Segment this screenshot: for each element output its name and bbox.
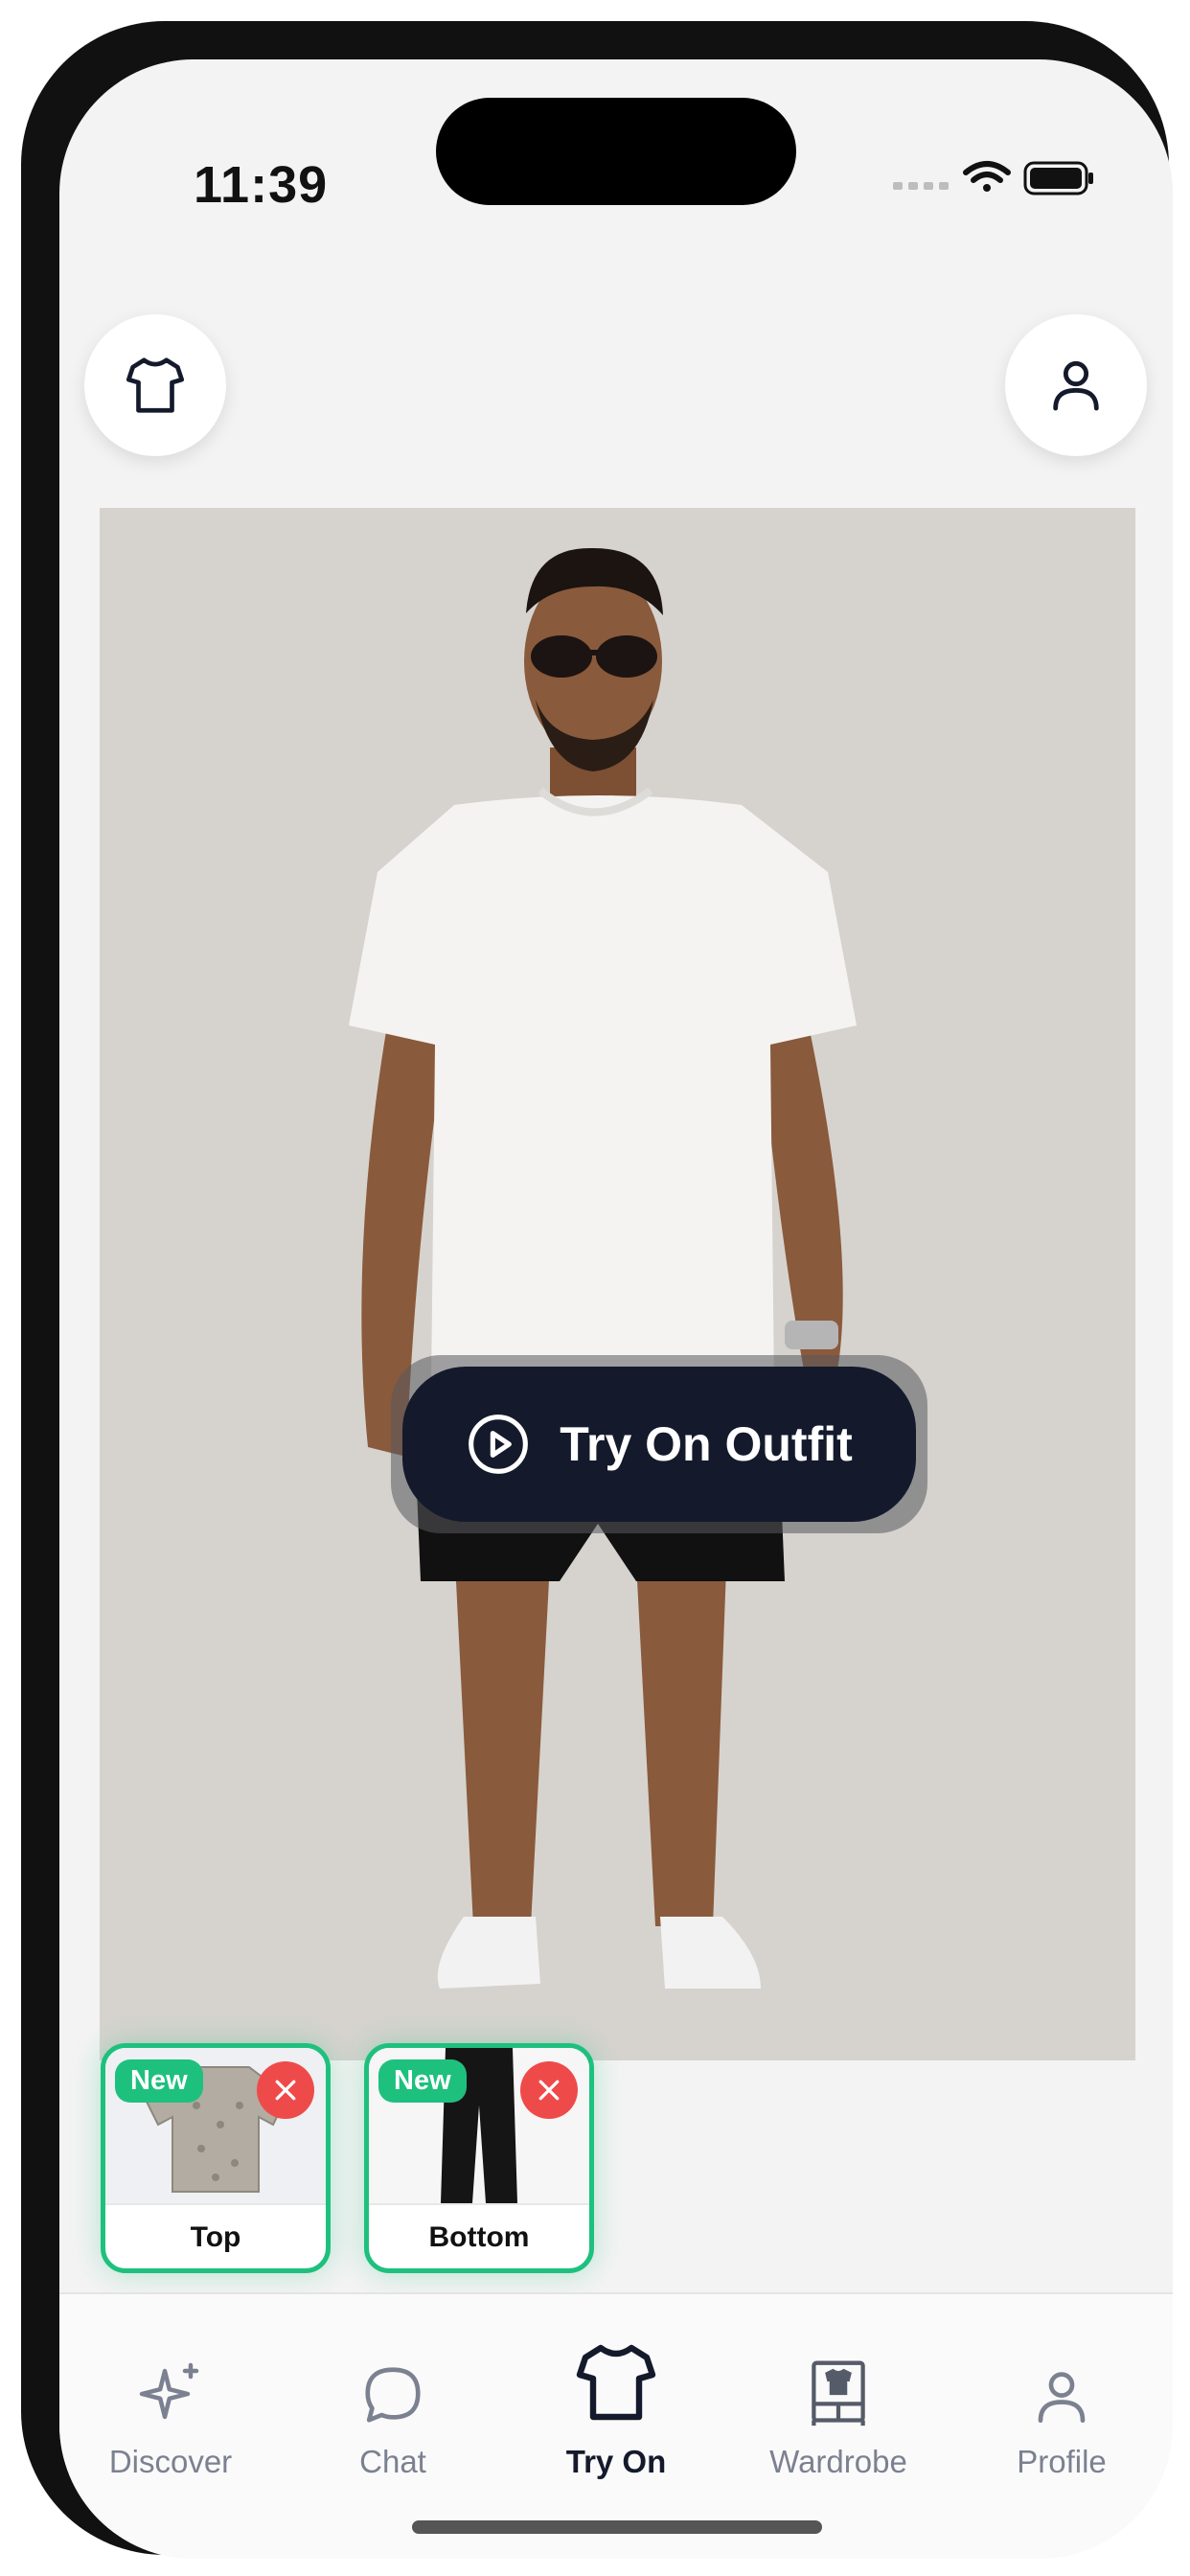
tshirt-icon — [576, 2344, 656, 2421]
tab-try-on-label: Try On — [565, 2444, 667, 2479]
remove-bottom-button[interactable] — [520, 2061, 578, 2119]
person-icon — [1053, 360, 1099, 411]
tab-try-on[interactable]: Try On — [505, 2294, 727, 2505]
close-icon — [275, 2080, 296, 2101]
selected-item-top[interactable]: New Top — [101, 2043, 331, 2273]
status-icons — [864, 159, 1094, 202]
new-badge: New — [378, 2059, 467, 2103]
status-time: 11:39 — [194, 156, 329, 214]
signal-icon — [893, 182, 949, 190]
tab-bar: Discover Chat Try On Wardrobe Profile — [59, 2292, 1173, 2559]
wardrobe-icon — [812, 2360, 865, 2426]
dynamic-island — [436, 98, 796, 205]
phone-frame: 11:39 Try On Outfit New Top New Bottom D… — [21, 21, 1173, 2559]
profile-button[interactable] — [1005, 314, 1147, 456]
app-screen: 11:39 Try On Outfit New Top New Bottom D… — [59, 59, 1173, 2559]
chat-bubble-icon — [365, 2367, 421, 2423]
home-indicator[interactable] — [412, 2520, 822, 2534]
tab-wardrobe-label: Wardrobe — [769, 2444, 907, 2479]
tshirt-icon — [126, 357, 185, 413]
tab-profile-label: Profile — [1017, 2444, 1107, 2479]
try-on-outfit-label: Try On Outfit — [560, 1417, 853, 1471]
wardrobe-shortcut-button[interactable] — [84, 314, 226, 456]
tab-profile[interactable]: Profile — [950, 2294, 1173, 2505]
selected-item-label: Top — [105, 2203, 326, 2268]
battery-icon — [1023, 161, 1093, 196]
selected-item-label: Bottom — [369, 2203, 589, 2268]
sparkle-icon — [139, 2362, 199, 2420]
tab-discover[interactable]: Discover — [59, 2294, 282, 2505]
try-on-button-backdrop: Try On Outfit — [391, 1355, 927, 1533]
play-circle-icon — [469, 1414, 529, 1474]
remove-top-button[interactable] — [257, 2061, 314, 2119]
person-icon — [1038, 2372, 1086, 2424]
new-badge: New — [115, 2059, 203, 2103]
wifi-icon — [963, 161, 1011, 192]
close-icon — [538, 2080, 560, 2101]
tab-discover-label: Discover — [108, 2444, 233, 2479]
try-on-outfit-button[interactable]: Try On Outfit — [402, 1367, 916, 1522]
tab-chat-label: Chat — [359, 2444, 426, 2479]
model-photo — [100, 508, 1135, 2060]
tab-chat[interactable]: Chat — [282, 2294, 504, 2505]
model-figure — [349, 547, 857, 1989]
tab-wardrobe[interactable]: Wardrobe — [727, 2294, 950, 2505]
selected-item-bottom[interactable]: New Bottom — [364, 2043, 594, 2273]
